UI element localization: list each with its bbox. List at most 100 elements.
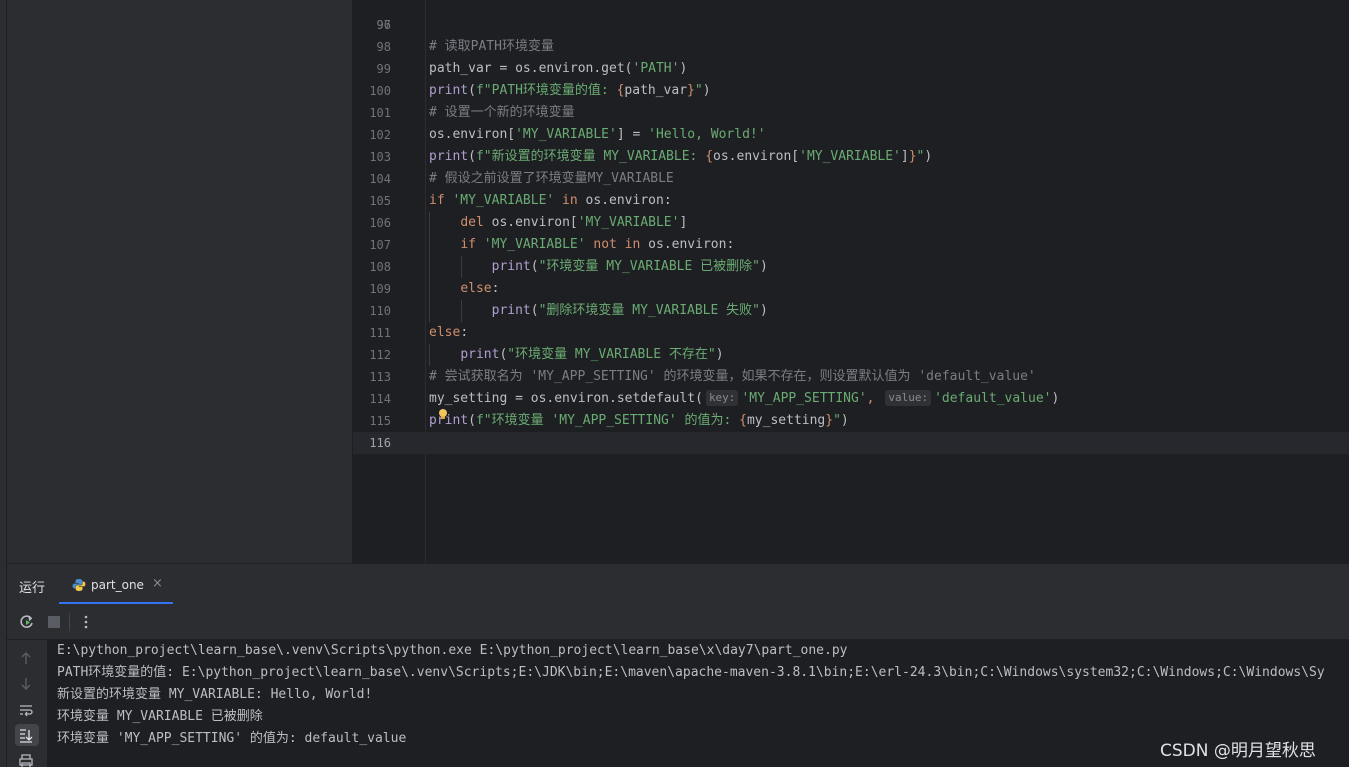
- tab-part-one[interactable]: part_one ×: [59, 564, 173, 605]
- line-number: 112: [369, 348, 391, 362]
- code-token: else: [429, 325, 461, 340]
- line-number: 111: [369, 326, 391, 340]
- parameter-hint: key:: [705, 390, 739, 406]
- code-line: 104 # 假设之前设置了环境变量MY_VARIABLE: [353, 168, 1349, 190]
- line-number: 114: [369, 392, 391, 406]
- code-line: 112 print("环境变量 MY_VARIABLE 不存在"): [353, 344, 1349, 366]
- code-line: 113 # 尝试获取名为 'MY_APP_SETTING' 的环境变量，如果不存在…: [353, 366, 1349, 388]
- arrow-down-icon[interactable]: [18, 676, 34, 692]
- code-text: del os.environ['MY_VARIABLE']: [429, 212, 687, 234]
- line-number: 98: [376, 40, 391, 54]
- code-token: }: [687, 83, 695, 98]
- code-token: path_var = os.environ.get(: [429, 61, 633, 76]
- code-token: 'MY_VARIABLE': [515, 127, 617, 142]
- code-token: "环境变量 MY_VARIABLE 已被删除": [538, 259, 760, 274]
- scroll-to-end-icon[interactable]: [18, 727, 34, 743]
- console-output[interactable]: E:\python_project\learn_base\.venv\Scrip…: [47, 640, 1349, 767]
- code-line: 102 os.environ['MY_VARIABLE'] = 'Hello, W…: [353, 124, 1349, 146]
- code-token: 'MY_VARIABLE': [483, 237, 586, 252]
- console-line: 环境变量 MY_VARIABLE 已被删除: [57, 709, 263, 724]
- close-tab-icon[interactable]: ×: [152, 576, 163, 591]
- code-line: 111 else:: [353, 322, 1349, 344]
- code-token: :: [491, 281, 500, 296]
- code-text: else:: [429, 278, 499, 300]
- parameter-hint: value:: [885, 390, 932, 406]
- rerun-icon[interactable]: [18, 613, 36, 631]
- code-token: print: [491, 259, 531, 274]
- code-line: 109 else:: [353, 278, 1349, 300]
- code-token: }: [908, 149, 917, 164]
- code-line: 101 # 设置一个新的环境变量: [353, 102, 1349, 124]
- arrow-up-icon[interactable]: [18, 650, 34, 666]
- code-token: os.environ[: [491, 215, 578, 230]
- code-text: print("删除环境变量 MY_VARIABLE 失败"): [429, 300, 768, 322]
- code-token: ]: [679, 215, 688, 230]
- code-token: ): [679, 61, 688, 76]
- code-token: 'PATH': [632, 61, 680, 76]
- code-token: f"新设置的环境变量 MY_VARIABLE:: [475, 149, 706, 164]
- code-token: # 假设之前设置了环境变量MY_VARIABLE: [429, 171, 674, 186]
- code-token: ,: [866, 391, 883, 406]
- code-token: print: [429, 149, 469, 164]
- code-text: else:: [429, 322, 468, 344]
- console-line: E:\python_project\learn_base\.venv\Scrip…: [57, 643, 848, 658]
- code-token: os.environ:: [585, 193, 672, 208]
- line-number: 110: [369, 304, 391, 318]
- code-token: (: [530, 303, 539, 318]
- left-tool-strip: [0, 0, 7, 767]
- code-token: f"PATH环境变量的值:: [475, 83, 617, 98]
- line-number: 109: [369, 282, 391, 296]
- code-token: # 设置一个新的环境变量: [429, 105, 575, 120]
- line-number: 116: [369, 436, 391, 450]
- code-token: ): [924, 149, 933, 164]
- code-token: f"环境变量 'MY_APP_SETTING' 的值为:: [475, 413, 740, 428]
- code-line: 105 if 'MY_VARIABLE' in os.environ:: [353, 190, 1349, 212]
- code-line: 98 # 读取PATH环境变量: [353, 36, 1349, 58]
- code-line: 115 print(f"环境变量 'MY_APP_SETTING' 的值为: {m…: [353, 410, 1349, 432]
- print-icon[interactable]: [18, 753, 34, 767]
- code-text: if 'MY_VARIABLE' not in os.environ:: [429, 234, 734, 256]
- line-number: 104: [369, 172, 391, 186]
- project-panel: [7, 0, 353, 563]
- code-token: "删除环境变量 MY_VARIABLE 失败": [538, 303, 760, 318]
- code-token: (: [468, 149, 476, 164]
- code-token: # 尝试获取名为 'MY_APP_SETTING' 的环境变量，如果不存在，则设…: [429, 369, 1036, 384]
- tab-label: part_one: [91, 578, 144, 592]
- code-line: 99 path_var = os.environ.get('PATH'): [353, 58, 1349, 80]
- code-line: 110 print("删除环境变量 MY_VARIABLE 失败"): [353, 300, 1349, 322]
- code-token: {: [739, 413, 747, 428]
- code-token: print: [429, 83, 469, 98]
- code-token: 'MY_VARIABLE': [452, 193, 555, 208]
- code-token: my_setting: [746, 413, 826, 428]
- code-token: 'MY_APP_SETTING': [741, 391, 867, 406]
- code-token: "环境变量 MY_VARIABLE 不存在": [507, 347, 716, 362]
- code-line: 103 print(f"新设置的环境变量 MY_VARIABLE: {os.env…: [353, 146, 1349, 168]
- code-token: 'default_value': [934, 391, 1052, 406]
- code-editor[interactable]: 96 97 98 # 读取PATH环境变量 99 path_var = os.envir…: [353, 0, 1349, 563]
- code-token: ": [694, 83, 703, 98]
- code-token: not in: [585, 237, 649, 252]
- console-side-toolbar: [7, 640, 47, 767]
- soft-wrap-icon[interactable]: [18, 702, 34, 718]
- code-token: {: [705, 149, 714, 164]
- line-number: 115: [369, 414, 391, 428]
- more-options-icon[interactable]: [77, 613, 95, 631]
- code-text: # 设置一个新的环境变量: [429, 102, 575, 124]
- watermark: CSDN @明月望秋思: [1160, 741, 1316, 761]
- line-number: 103: [369, 150, 391, 164]
- code-text: print("环境变量 MY_VARIABLE 已被删除"): [429, 256, 768, 278]
- code-token: my_setting = os.environ.setdefault(: [429, 391, 703, 406]
- code-token: ): [715, 347, 724, 362]
- line-number: 113: [369, 370, 391, 384]
- code-token: else: [460, 281, 492, 296]
- lightbulb-icon[interactable]: [438, 409, 448, 420]
- code-token: path_var: [624, 83, 688, 98]
- toolbar-divider: [69, 613, 70, 631]
- code-token: print: [491, 303, 531, 318]
- stop-icon[interactable]: [45, 613, 63, 631]
- python-icon: [72, 579, 86, 591]
- code-text: print(f"环境变量 'MY_APP_SETTING' 的值为: {my_s…: [429, 410, 849, 432]
